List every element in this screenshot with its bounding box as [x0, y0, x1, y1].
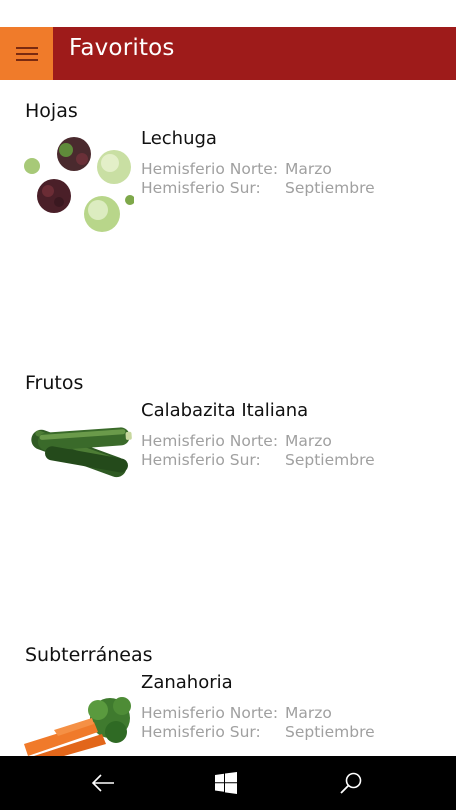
back-icon [91, 774, 114, 792]
south-value: Septiembre [285, 723, 375, 741]
south-label: Hemisferio Sur: [141, 723, 261, 741]
search-button[interactable] [311, 756, 391, 810]
south-value: Septiembre [285, 451, 375, 469]
south-label: Hemisferio Sur: [141, 451, 261, 469]
system-navbar [0, 756, 456, 810]
north-label: Hemisferio Norte: [141, 432, 279, 450]
section-title: Frutos [25, 372, 84, 394]
search-icon [340, 772, 362, 794]
north-value: Marzo [285, 160, 332, 178]
page-title: Favoritos [69, 35, 175, 61]
north-label: Hemisferio Norte: [141, 160, 279, 178]
north-value: Marzo [285, 432, 332, 450]
windows-start-icon [215, 772, 237, 794]
item-name: Zanahoria [141, 672, 233, 693]
north-value: Marzo [285, 704, 332, 722]
section-title: Subterráneas [25, 644, 153, 666]
north-label: Hemisferio Norte: [141, 704, 279, 722]
lettuce-image [24, 130, 134, 240]
south-label: Hemisferio Sur: [141, 179, 261, 197]
status-bar [0, 0, 456, 27]
hamburger-line [16, 47, 38, 49]
start-button[interactable] [186, 756, 266, 810]
back-button[interactable] [63, 756, 143, 810]
item-name: Lechuga [141, 128, 217, 149]
carrot-image [24, 674, 134, 756]
hamburger-line [16, 59, 38, 61]
list-item-lechuga[interactable]: Lechuga Hemisferio Norte: Marzo Hemisfer… [0, 128, 456, 240]
hamburger-line [16, 53, 38, 55]
app-header: Favoritos [0, 27, 456, 80]
zucchini-image [24, 402, 134, 512]
hamburger-menu-button[interactable] [0, 27, 53, 80]
list-item-zanahoria[interactable]: Zanahoria Hemisferio Norte: Marzo Hemisf… [0, 672, 456, 756]
section-title: Hojas [25, 100, 78, 122]
item-name: Calabazita Italiana [141, 400, 309, 421]
list-item-calabazita[interactable]: Calabazita Italiana Hemisferio Norte: Ma… [0, 400, 456, 512]
south-value: Septiembre [285, 179, 375, 197]
